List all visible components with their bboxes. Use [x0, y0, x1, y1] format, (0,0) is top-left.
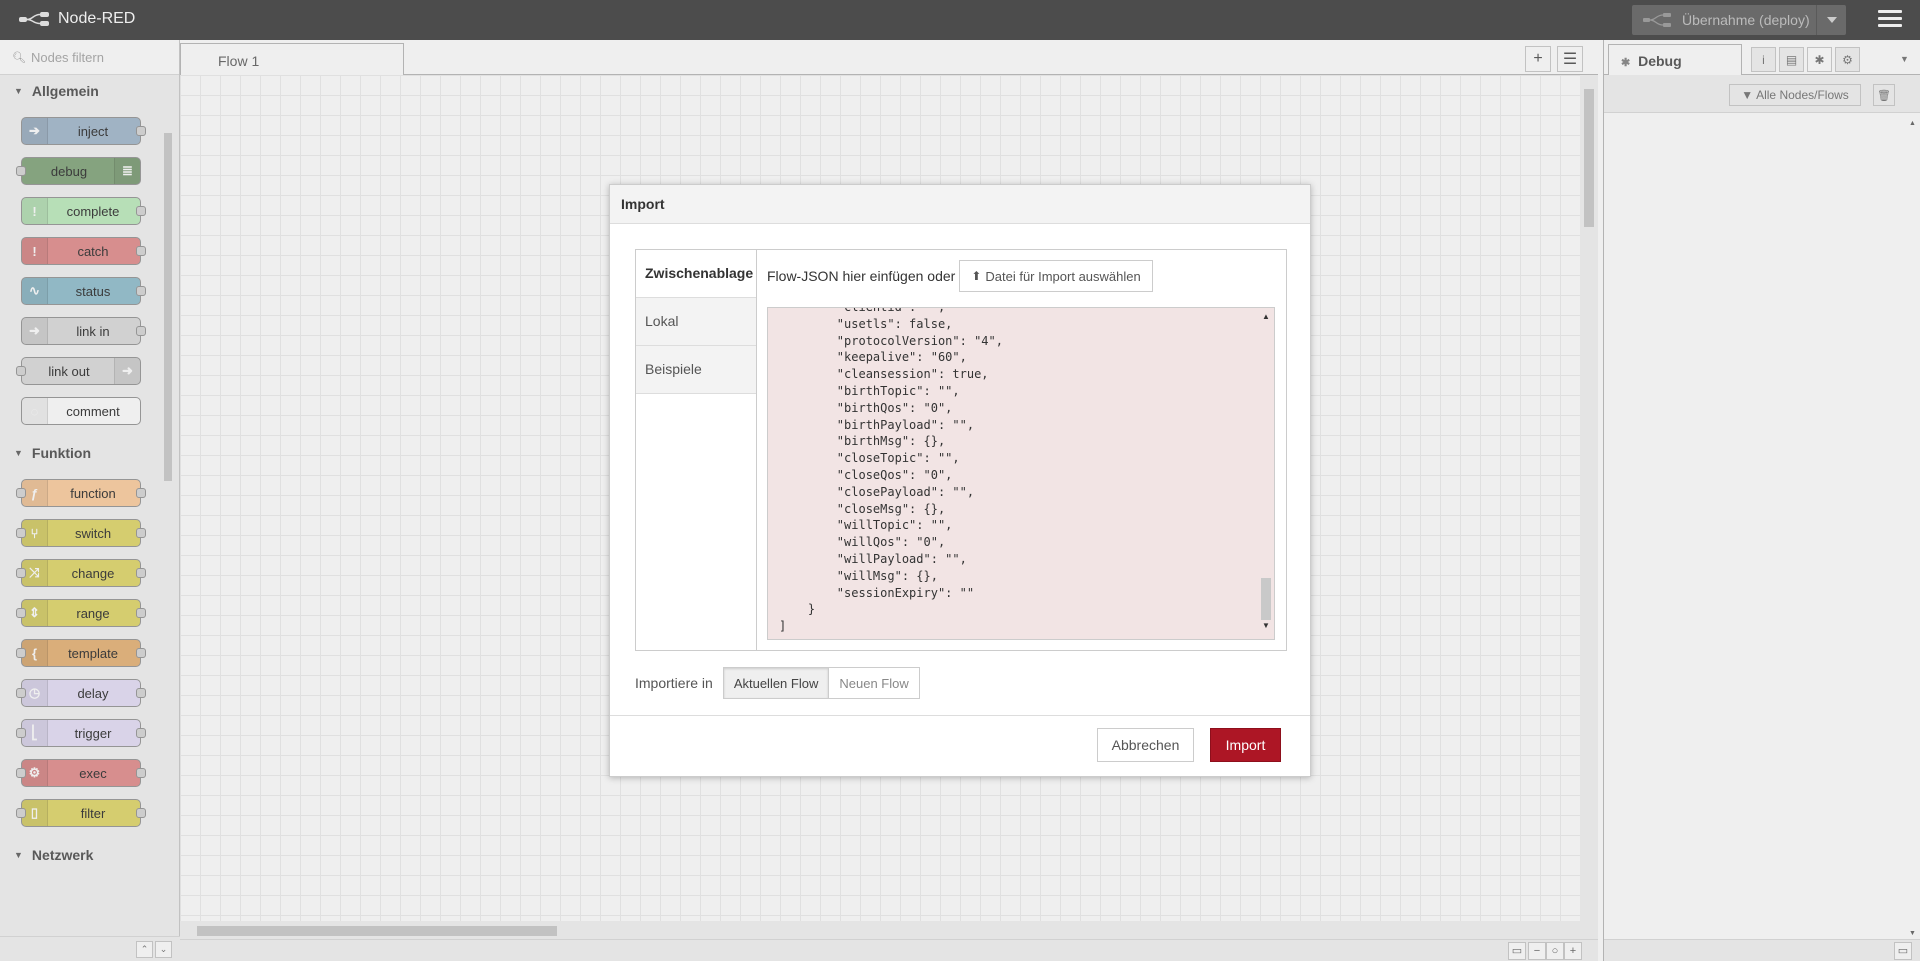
select-file-button[interactable]: ⬆ Datei für Import auswählen	[959, 260, 1153, 292]
select-file-label: Datei für Import auswählen	[985, 268, 1141, 284]
json-content: "clientid": "", "usetls": false, "protoc…	[779, 307, 1003, 634]
paste-row: Flow-JSON hier einfügen oder ⬆ Datei für…	[767, 260, 1153, 292]
deploy-button[interactable]: Übernahme (deploy)	[1632, 5, 1846, 35]
tab-examples[interactable]: Beispiele	[636, 346, 756, 394]
new-flow-toggle[interactable]: Neuen Flow	[829, 667, 920, 699]
clipboard-panel: Flow-JSON hier einfügen oder ⬆ Datei für…	[758, 250, 1286, 650]
app-logo: Node-RED	[18, 10, 135, 28]
cancel-button[interactable]: Abbrechen	[1097, 728, 1194, 762]
tab-local[interactable]: Lokal	[636, 298, 756, 346]
current-flow-toggle[interactable]: Aktuellen Flow	[722, 667, 830, 699]
import-button[interactable]: Import	[1210, 728, 1281, 762]
import-dialog: Import Zwischenablage Lokal Beispiele Fl…	[609, 184, 1311, 777]
app-title: Node-RED	[58, 10, 136, 27]
scroll-down-icon[interactable]: ▼	[1258, 621, 1274, 635]
import-source-tabs: Zwischenablage Lokal Beispiele	[636, 250, 757, 650]
deploy-menu-caret-icon[interactable]	[1816, 5, 1846, 35]
dialog-footer: Abbrechen Import	[610, 715, 1310, 776]
scroll-up-icon[interactable]: ▲	[1258, 312, 1274, 326]
import-to-label: Importiere in	[635, 675, 713, 691]
json-textarea[interactable]: "clientid": "", "usetls": false, "protoc…	[767, 307, 1275, 640]
dialog-title: Import	[610, 185, 1310, 224]
paste-label: Flow-JSON hier einfügen oder	[767, 268, 956, 284]
import-body: Zwischenablage Lokal Beispiele Flow-JSON…	[635, 249, 1287, 651]
deploy-label: Übernahme (deploy)	[1682, 12, 1810, 28]
import-target: Importiere in Aktuellen Flow Neuen Flow	[635, 667, 920, 699]
node-red-logo-icon	[19, 12, 49, 26]
app-header: Node-RED Übernahme (deploy)	[0, 0, 1920, 40]
deploy-icon	[1632, 13, 1682, 27]
json-scrollbar[interactable]: ▲ ▼	[1258, 308, 1274, 639]
main-menu-icon[interactable]	[1878, 10, 1902, 30]
tab-clipboard[interactable]: Zwischenablage	[636, 250, 756, 298]
upload-icon: ⬆	[971, 269, 982, 283]
